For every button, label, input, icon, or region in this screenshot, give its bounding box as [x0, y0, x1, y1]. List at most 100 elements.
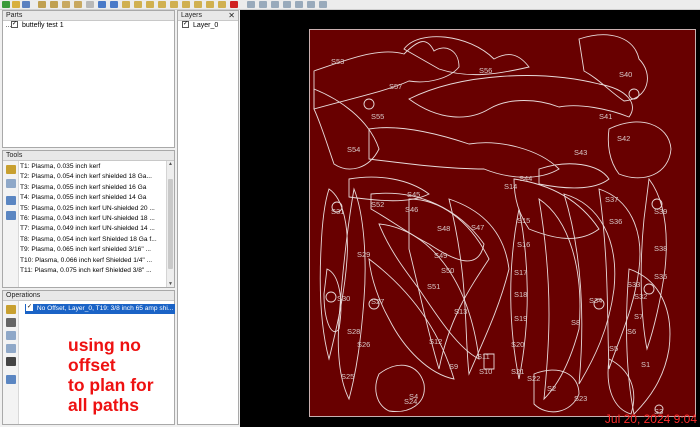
- part-label-s45: S45: [407, 190, 420, 199]
- part-label-s17: S17: [514, 268, 527, 277]
- part-label-s5: S5: [609, 344, 618, 353]
- operation-checkbox[interactable]: ✓: [26, 304, 33, 311]
- layers-panel: Layers ✕ ✓ Layer_0: [177, 10, 239, 425]
- part-label-s52: S52: [371, 200, 384, 209]
- layer-checkbox[interactable]: ✓: [182, 20, 189, 28]
- scroll-up-icon[interactable]: ▲: [167, 161, 174, 167]
- part-icon[interactable]: [122, 1, 130, 8]
- part-label-s46: S46: [405, 205, 418, 214]
- close-icon[interactable]: ✕: [228, 11, 235, 21]
- simulate-icon[interactable]: [206, 1, 214, 8]
- tool-item-t11[interactable]: T11: Plasma, 0.075 inch kerf Shielded 3/…: [20, 266, 166, 276]
- redo-icon[interactable]: [110, 1, 118, 8]
- part-label-s15: S15: [517, 216, 530, 225]
- new-icon[interactable]: [2, 1, 10, 8]
- part-label-s47: S47: [471, 223, 484, 232]
- part-label-s8: S8: [571, 318, 580, 327]
- tool-item-t1[interactable]: T1: Plasma, 0.035 inch kerf: [20, 162, 166, 172]
- operation-edit-icon[interactable]: [6, 318, 16, 327]
- part-label-s7: S7: [634, 312, 643, 321]
- operation-label: No Offset, Layer_0, T19: 3/8 inch 65 amp…: [36, 305, 174, 312]
- layer-icon[interactable]: [134, 1, 142, 8]
- tool-item-t9[interactable]: T9: Plasma, 0.065 inch kerf shielded 3/1…: [20, 245, 166, 255]
- part-tree-item[interactable]: ✓ buttefly test 1: [3, 20, 174, 31]
- tool-list: T1: Plasma, 0.035 inch kerf T2: Plasma, …: [20, 162, 166, 287]
- annotation-note: using no offset to plan for all paths: [68, 335, 178, 415]
- operation-table-icon[interactable]: [6, 375, 16, 384]
- operations-side-toolbar: [3, 301, 19, 424]
- help-icon[interactable]: [218, 1, 226, 8]
- zoom-prev-icon[interactable]: [307, 1, 315, 8]
- part-label-s16: S16: [517, 240, 530, 249]
- part-outline: [538, 163, 610, 189]
- part-label-s29: S29: [357, 250, 370, 259]
- scroll-thumb[interactable]: [168, 179, 173, 269]
- zoom-fit-icon[interactable]: [271, 1, 279, 8]
- part-label-s2: S2: [547, 384, 556, 393]
- zoom-out-icon[interactable]: [259, 1, 267, 8]
- part-outline: [403, 36, 530, 76]
- part-outline: [533, 369, 580, 413]
- nested-parts-drawing[interactable]: S57 S56 S55 S54 S53 S52 S51 S50 S49 S48 …: [309, 29, 696, 417]
- hole-circle: [325, 291, 337, 303]
- undo-icon[interactable]: [98, 1, 106, 8]
- tool-item-t8[interactable]: T8: Plasma, 0.054 inch kerf Shielded 18 …: [20, 235, 166, 245]
- tool-list-icon[interactable]: [6, 211, 16, 220]
- layer-item[interactable]: ✓ Layer_0: [178, 20, 238, 31]
- part-outline: [368, 258, 455, 380]
- part-label-s53: S53: [331, 57, 344, 66]
- part-label-s10: S10: [479, 367, 492, 376]
- part-outline: [513, 178, 600, 239]
- tools-scrollbar[interactable]: ▲ ▼: [166, 161, 174, 287]
- tool-table-icon[interactable]: [6, 196, 16, 205]
- scroll-down-icon[interactable]: ▼: [167, 281, 174, 287]
- annotation-line-2: to plan for: [68, 375, 154, 395]
- torch-icon[interactable]: [6, 165, 16, 174]
- part-label-s21: S21: [511, 367, 524, 376]
- import-icon[interactable]: [38, 1, 46, 8]
- tool-item-t7[interactable]: T7: Plasma, 0.049 inch kerf UN-shielded …: [20, 224, 166, 234]
- part-checkbox[interactable]: ✓: [11, 20, 18, 28]
- part-label-s40: S40: [619, 70, 632, 79]
- tool-icon[interactable]: [146, 1, 154, 8]
- annotation-line-1: using no offset: [68, 335, 141, 375]
- part-outline: [607, 121, 672, 179]
- zoom-in-icon[interactable]: [247, 1, 255, 8]
- operation-order-icon[interactable]: [6, 344, 16, 353]
- open-icon[interactable]: [12, 1, 20, 8]
- part-label-s37: S37: [605, 195, 618, 204]
- operation-path-icon[interactable]: [6, 357, 16, 366]
- nest-icon[interactable]: [170, 1, 178, 8]
- copy-icon[interactable]: [62, 1, 70, 8]
- tool-item-t3[interactable]: T3: Plasma, 0.055 inch kerf shielded 16 …: [20, 183, 166, 193]
- operation-icon[interactable]: [158, 1, 166, 8]
- tool-item-t6[interactable]: T6: Plasma, 0.043 inch kerf UN-shielded …: [20, 214, 166, 224]
- tools-side-toolbar: [3, 161, 19, 287]
- save-icon[interactable]: [22, 1, 30, 8]
- tool-item-t10[interactable]: T10: Plasma, 0.066 inch kerf Shielded 1/…: [20, 256, 166, 266]
- zoom-all-icon[interactable]: [319, 1, 327, 8]
- operation-item[interactable]: ✓ No Offset, Layer_0, T19: 3/8 inch 65 a…: [25, 304, 175, 314]
- part-label-s18: S18: [514, 290, 527, 299]
- tool-item-t2[interactable]: T2: Plasma, 0.054 inch kerf shielded 18 …: [20, 172, 166, 182]
- part-label-s35: S35: [654, 272, 667, 281]
- part-label-s6: S6: [627, 327, 636, 336]
- settings-icon[interactable]: [182, 1, 190, 8]
- pan-icon[interactable]: [295, 1, 303, 8]
- tool-item-t4[interactable]: T4: Plasma, 0.055 inch kerf shielded 14 …: [20, 193, 166, 203]
- tools-panel-title: Tools: [3, 151, 174, 161]
- part-label: buttefly test 1: [21, 22, 64, 29]
- paste-icon[interactable]: [74, 1, 82, 8]
- post-icon[interactable]: [194, 1, 202, 8]
- operation-settings-icon[interactable]: [6, 331, 16, 340]
- annotation-line-3: all paths: [68, 395, 139, 415]
- parts-panel: Parts ✓ buttefly test 1: [2, 10, 175, 148]
- cut-icon[interactable]: [86, 1, 94, 8]
- tool-settings-icon[interactable]: [6, 179, 16, 188]
- operation-torch-icon[interactable]: [6, 305, 16, 314]
- export-icon[interactable]: [50, 1, 58, 8]
- tool-item-t5[interactable]: T5: Plasma, 0.025 inch kerf UN-shielded …: [20, 204, 166, 214]
- delete-icon[interactable]: [230, 1, 238, 8]
- zoom-window-icon[interactable]: [283, 1, 291, 8]
- part-label-s42: S42: [617, 134, 630, 143]
